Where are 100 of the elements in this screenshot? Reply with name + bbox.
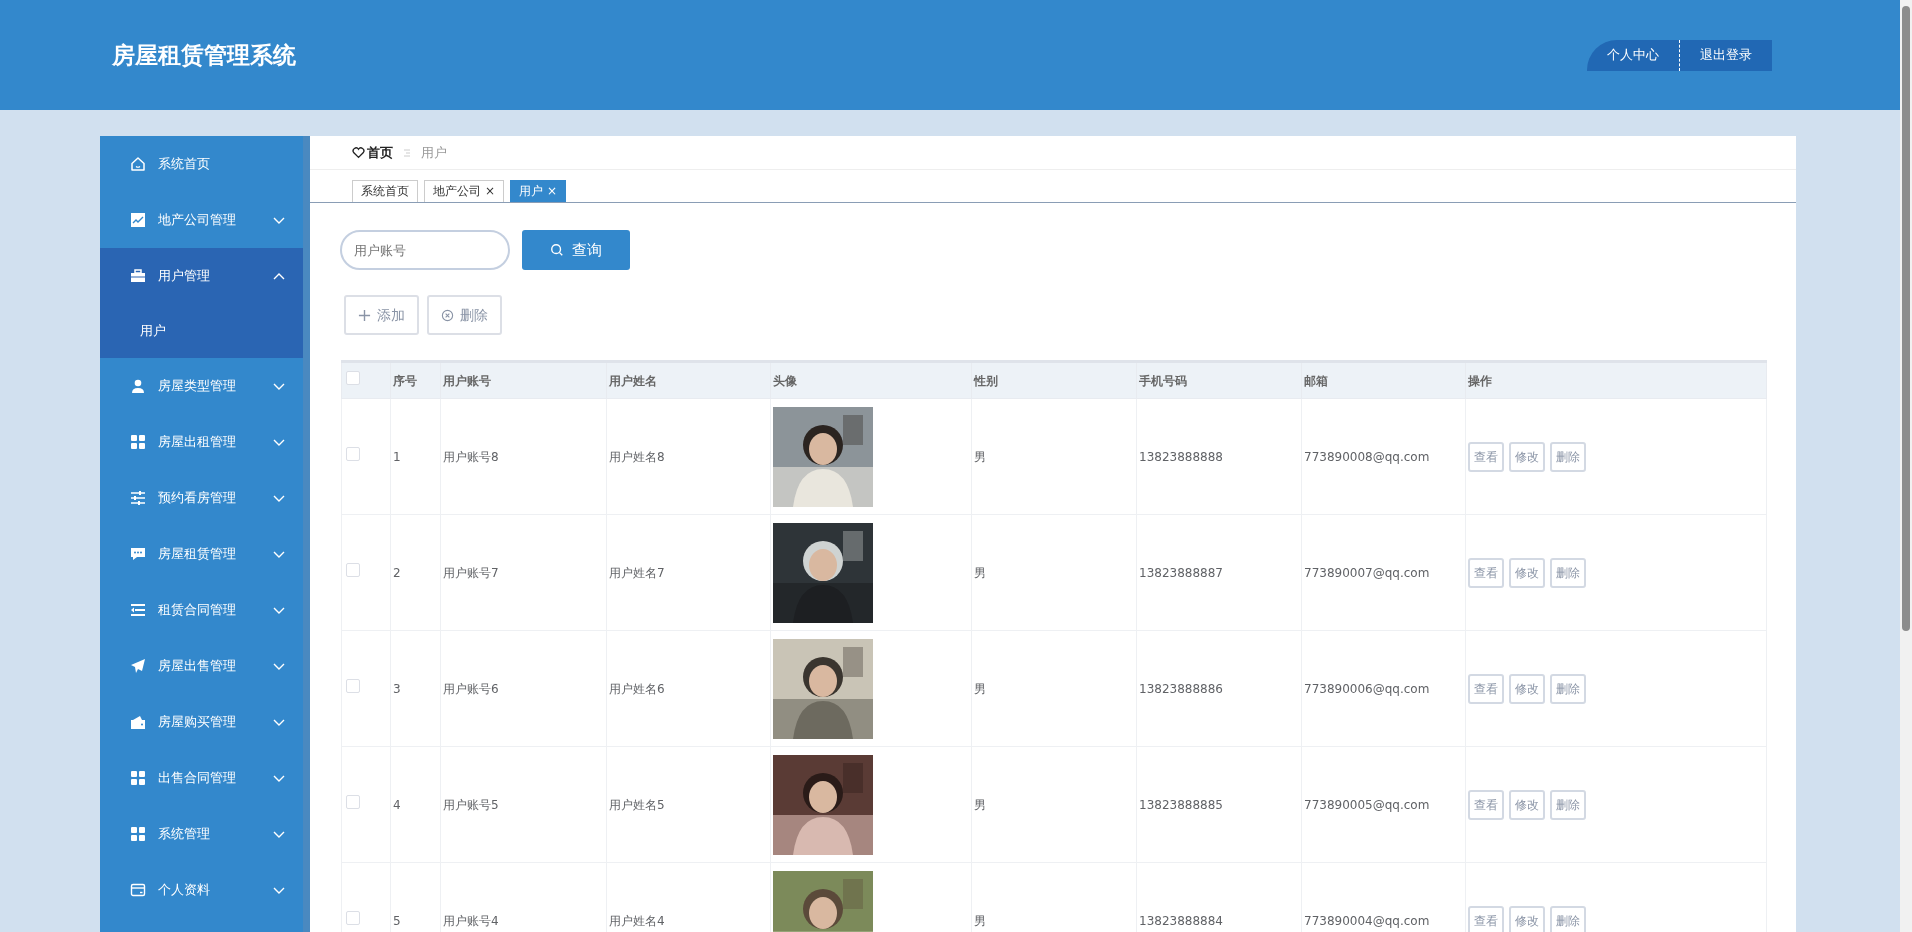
- scroll-thumb[interactable]: [1902, 6, 1910, 631]
- column-header: 序号: [393, 373, 417, 388]
- search-button[interactable]: 查询: [522, 230, 630, 270]
- app-title: 房屋租赁管理系统: [112, 40, 296, 70]
- row-checkbox[interactable]: [346, 911, 360, 925]
- delete-button[interactable]: 删除: [1550, 673, 1586, 704]
- sidebar-item[interactable]: 房屋出租管理: [100, 414, 303, 470]
- column-header: 邮箱: [1304, 373, 1328, 388]
- view-button[interactable]: 查看: [1468, 789, 1504, 820]
- chat-icon: [130, 546, 146, 562]
- sidebar-item[interactable]: 出售合同管理: [100, 750, 303, 806]
- table-cell: 用户账号7: [443, 565, 499, 580]
- table-cell: 4: [393, 797, 401, 812]
- view-button[interactable]: 查看: [1468, 441, 1504, 472]
- logout-button[interactable]: 退出登录: [1680, 39, 1772, 71]
- table-cell: 773890006@qq.com: [1304, 681, 1430, 696]
- row-checkbox[interactable]: [346, 679, 360, 693]
- table-cell: 男: [974, 681, 986, 696]
- plus-icon: [358, 308, 371, 322]
- chevron-down-icon: [273, 717, 285, 727]
- add-button[interactable]: 添加: [344, 295, 419, 335]
- tab[interactable]: 用户 ×: [510, 180, 567, 202]
- cancel-icon: [441, 308, 454, 322]
- column-header: 用户账号: [443, 373, 491, 388]
- sidebar-item[interactable]: 个人资料: [100, 862, 303, 918]
- table-cell: 773890008@qq.com: [1304, 449, 1430, 464]
- sidebar-item[interactable]: 房屋购买管理: [100, 694, 303, 750]
- table-cell: 男: [974, 565, 986, 580]
- table-cell: 2: [393, 565, 401, 580]
- chevron-down-icon: [273, 381, 285, 391]
- column-header: 手机号码: [1139, 373, 1187, 388]
- edit-button[interactable]: 修改: [1509, 557, 1545, 588]
- delete-button[interactable]: 删除: [1550, 789, 1586, 820]
- table-cell: 用户姓名8: [609, 449, 665, 464]
- table-cell: 773890007@qq.com: [1304, 565, 1430, 580]
- breadcrumb-link[interactable]: 首页: [367, 142, 393, 163]
- sidebar-item[interactable]: 租赁合同管理: [100, 582, 303, 638]
- sidebar-item[interactable]: 房屋类型管理: [100, 358, 303, 414]
- sidebar-item[interactable]: 房屋出售管理: [100, 638, 303, 694]
- table-cell: 13823888886: [1139, 681, 1223, 696]
- chevron-down-icon: [273, 661, 285, 671]
- delete-button[interactable]: 删除: [1550, 557, 1586, 588]
- row-checkbox[interactable]: [346, 795, 360, 809]
- view-button[interactable]: 查看: [1468, 557, 1504, 588]
- list-icon: [130, 602, 146, 618]
- table-cell: 用户姓名7: [609, 565, 665, 580]
- edit-button[interactable]: 修改: [1509, 673, 1545, 704]
- table-cell: 3: [393, 681, 401, 696]
- edit-button[interactable]: 修改: [1509, 905, 1545, 932]
- edit-button[interactable]: 修改: [1509, 441, 1545, 472]
- view-button[interactable]: 查看: [1468, 905, 1504, 932]
- grid-icon: [130, 434, 146, 450]
- home-icon: [130, 156, 146, 172]
- table-cell: 用户账号4: [443, 913, 499, 928]
- sidebar-item[interactable]: 房屋租赁管理: [100, 526, 303, 582]
- table-cell: 用户姓名5: [609, 797, 665, 812]
- sidebar-item[interactable]: 用户管理: [100, 248, 303, 304]
- column-header: 用户姓名: [609, 373, 657, 388]
- table-cell: 13823888885: [1139, 797, 1223, 812]
- close-icon[interactable]: ×: [547, 181, 558, 202]
- column-header: 操作: [1468, 373, 1492, 388]
- chevron-down-icon: [273, 773, 285, 783]
- column-header: 性别: [974, 373, 998, 388]
- delete-button[interactable]: 删除: [1550, 441, 1586, 472]
- tab[interactable]: 系统首页: [352, 180, 418, 202]
- view-button[interactable]: 查看: [1468, 673, 1504, 704]
- table-cell: 男: [974, 449, 986, 464]
- tab[interactable]: 地产公司 ×: [424, 180, 505, 202]
- table-cell: 1: [393, 449, 401, 464]
- search-field[interactable]: 用户账号: [340, 230, 510, 270]
- close-icon[interactable]: ×: [485, 181, 496, 202]
- sidebar-item[interactable]: 系统管理: [100, 806, 303, 862]
- table-cell: 5: [393, 913, 401, 928]
- briefcase-icon: [130, 268, 146, 284]
- sidebar-item[interactable]: 地产公司管理: [100, 192, 303, 248]
- delete-button[interactable]: 删除: [1550, 905, 1586, 932]
- sidebar-item[interactable]: 系统首页: [100, 136, 303, 192]
- sliders-icon: [130, 490, 146, 506]
- submenu-item[interactable]: 用户: [100, 304, 303, 358]
- select-all-checkbox[interactable]: [346, 371, 360, 385]
- chevron-down-icon: [273, 885, 285, 895]
- delete-button[interactable]: 删除: [427, 295, 502, 335]
- chevron-down-icon: [273, 829, 285, 839]
- breadcrumb-current: 用户: [421, 143, 447, 162]
- chevron-up-icon: [273, 271, 285, 281]
- edit-button[interactable]: 修改: [1509, 789, 1545, 820]
- row-checkbox[interactable]: [346, 447, 360, 461]
- profile-button[interactable]: 个人中心: [1587, 39, 1680, 71]
- person-icon: [130, 378, 146, 394]
- chevron-down-icon: [273, 493, 285, 503]
- chevron-down-icon: [273, 437, 285, 447]
- chevron-down-icon: [273, 215, 285, 225]
- search-icon: [550, 243, 564, 257]
- table-cell: 用户账号5: [443, 797, 499, 812]
- column-header: 头像: [773, 373, 797, 388]
- paper-plane-icon: [130, 658, 146, 674]
- scrollbar[interactable]: [1900, 0, 1912, 932]
- row-checkbox[interactable]: [346, 563, 360, 577]
- table-cell: 773890005@qq.com: [1304, 797, 1430, 812]
- sidebar-item[interactable]: 预约看房管理: [100, 470, 303, 526]
